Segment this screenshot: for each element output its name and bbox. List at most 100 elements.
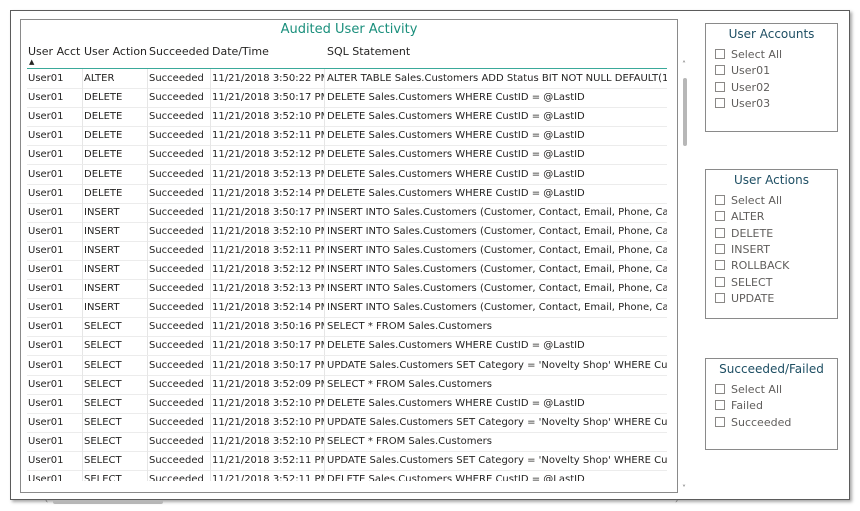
checkbox-unchecked-icon[interactable] xyxy=(715,49,725,59)
table-row[interactable]: User01 SELECT Succeeded 11/21/2018 3:52:11 … xyxy=(27,470,667,481)
column-divider xyxy=(210,164,211,184)
column-divider xyxy=(324,240,325,260)
slicer-option[interactable]: Select All xyxy=(715,47,782,63)
scroll-right-icon[interactable]: › xyxy=(675,496,678,505)
table-row[interactable]: User01 INSERT Succeeded 11/21/2018 3:52:11 … xyxy=(27,240,667,261)
column-divider xyxy=(82,221,83,241)
slicer-option[interactable]: Succeeded xyxy=(715,415,791,431)
cell-user-acct: User01 xyxy=(28,455,64,466)
cell-succeeded: Succeeded xyxy=(149,92,204,104)
checkbox-unchecked-icon[interactable] xyxy=(715,211,725,222)
table-row[interactable]: User01 DELETE Succeeded 11/21/2018 3:52:10 … xyxy=(27,107,667,128)
table-row[interactable]: User01 INSERT Succeeded 11/21/2018 3:52:12 … xyxy=(27,260,667,280)
slicer-option[interactable]: User02 xyxy=(715,80,770,96)
checkbox-unchecked-icon[interactable] xyxy=(715,227,725,238)
slicer-option[interactable]: Select All xyxy=(715,382,782,398)
table-row[interactable]: User01 ALTER Succeeded 11/21/2018 3:50:22 P… xyxy=(27,69,667,89)
table-row[interactable]: User01 INSERT Succeeded 11/21/2018 3:52:13 … xyxy=(27,279,667,300)
table-row[interactable]: User01 INSERT Succeeded 11/21/2018 3:50:17 … xyxy=(27,202,667,223)
table-row[interactable]: User01 SELECT Succeeded 11/21/2018 3:50:17 … xyxy=(27,355,667,376)
slicer-title: User Actions xyxy=(734,173,809,187)
checkbox-unchecked-icon[interactable] xyxy=(715,97,725,108)
table-row[interactable]: User01 DELETE Succeeded 11/21/2018 3:52:11 … xyxy=(27,126,667,147)
checkbox-unchecked-icon[interactable] xyxy=(715,416,725,427)
col-header-date-time[interactable]: Date/Time xyxy=(212,45,324,58)
checkbox-unchecked-icon[interactable] xyxy=(715,65,725,76)
scroll-left-icon[interactable]: ‹ xyxy=(45,496,48,505)
checkbox-unchecked-icon[interactable] xyxy=(715,243,725,254)
vertical-scrollbar[interactable]: ˄ ˅ xyxy=(682,60,689,495)
slicer-option[interactable]: User01 xyxy=(715,63,770,79)
column-divider xyxy=(324,431,325,451)
scroll-up-icon[interactable]: ˄ xyxy=(682,60,686,69)
checkbox-unchecked-icon[interactable] xyxy=(715,384,725,394)
column-divider xyxy=(147,336,148,356)
slicer-option-label: DELETE xyxy=(731,226,774,240)
cell-succeeded: Succeeded xyxy=(149,168,204,180)
column-divider xyxy=(210,451,211,470)
col-header-user-action[interactable]: User Action xyxy=(84,45,147,58)
cell-user-action: SELECT xyxy=(84,321,122,333)
cell-user-action: INSERT xyxy=(84,225,120,237)
horizontal-scrollbar[interactable]: ‹ › xyxy=(45,496,685,506)
horizontal-scroll-thumb[interactable] xyxy=(53,500,163,504)
table-row[interactable]: User01 DELETE Succeeded 11/21/2018 3:52:12 … xyxy=(27,145,667,166)
table-body[interactable]: User Acct ▲ User Action Succeeded Date/T… xyxy=(27,41,667,481)
checkbox-unchecked-icon[interactable] xyxy=(715,195,725,205)
column-divider xyxy=(147,107,148,127)
table-row[interactable]: User01 DELETE Succeeded 11/21/2018 3:50:17 … xyxy=(27,88,667,109)
col-header-succeeded[interactable]: Succeeded xyxy=(149,45,209,58)
cell-succeeded: Succeeded xyxy=(149,206,204,218)
column-divider xyxy=(82,145,83,165)
checkbox-unchecked-icon[interactable] xyxy=(715,260,725,271)
slicer-option[interactable]: UPDATE xyxy=(715,291,774,307)
slicer-option[interactable]: Select All xyxy=(715,193,782,209)
scroll-down-icon[interactable]: ˅ xyxy=(682,484,686,493)
slicer-option[interactable]: Failed xyxy=(715,398,763,414)
vertical-scroll-thumb[interactable] xyxy=(683,78,687,146)
column-divider xyxy=(210,69,211,88)
col-header-user-acct[interactable]: User Acct xyxy=(28,45,80,58)
column-divider xyxy=(324,183,325,203)
checkbox-unchecked-icon[interactable] xyxy=(715,81,725,92)
column-divider xyxy=(210,240,211,260)
column-divider xyxy=(147,355,148,375)
table-row[interactable]: User01 INSERT Succeeded 11/21/2018 3:52:10 … xyxy=(27,221,667,242)
slicer-option-label: User03 xyxy=(731,96,771,110)
slicer-option[interactable]: SELECT xyxy=(715,275,772,291)
table-row[interactable]: User01 INSERT Succeeded 11/21/2018 3:52:14 … xyxy=(27,298,667,319)
table-row[interactable]: User01 SELECT Succeeded 11/21/2018 3:52:11 … xyxy=(27,451,667,471)
table-row[interactable]: User01 SELECT Succeeded 11/21/2018 3:52:10 … xyxy=(27,431,667,452)
table-row[interactable]: User01 SELECT Succeeded 11/21/2018 3:50:17 … xyxy=(27,336,667,357)
cell-succeeded: Succeeded xyxy=(149,455,204,466)
slicer-option[interactable]: ROLLBACK xyxy=(715,258,789,274)
column-divider xyxy=(147,183,148,203)
table-row[interactable]: User01 SELECT Succeeded 11/21/2018 3:52:10 … xyxy=(27,393,667,414)
table-row[interactable]: User01 SELECT Succeeded 11/21/2018 3:52:09 … xyxy=(27,374,667,395)
audited-activity-table[interactable]: Audited User Activity User Acct ▲ User A… xyxy=(20,19,687,505)
cell-sql-statement: UPDATE Sales.Customers SET Category = 'N… xyxy=(327,455,667,466)
table-row[interactable]: User01 SELECT Succeeded 11/21/2018 3:52:10 … xyxy=(27,412,667,433)
slicer-option-label: SELECT xyxy=(731,275,773,289)
slicer-option[interactable]: User03 xyxy=(715,96,770,112)
column-divider xyxy=(82,393,83,413)
column-divider xyxy=(210,279,211,299)
table-row[interactable]: User01 DELETE Succeeded 11/21/2018 3:52:13 … xyxy=(27,164,667,185)
cell-date-time: 11/21/2018 3:52:13 PM xyxy=(212,168,324,180)
column-divider xyxy=(82,107,83,127)
sort-ascending-icon[interactable]: ▲ xyxy=(29,58,34,66)
checkbox-unchecked-icon[interactable] xyxy=(715,292,725,303)
slicer-option[interactable]: DELETE xyxy=(715,226,773,242)
column-divider xyxy=(210,260,211,279)
checkbox-unchecked-icon[interactable] xyxy=(715,276,725,287)
col-header-sql-statement[interactable]: SQL Statement xyxy=(327,45,667,58)
column-divider xyxy=(210,393,211,413)
table-row[interactable]: User01 DELETE Succeeded 11/21/2018 3:52:14 … xyxy=(27,183,667,204)
slicer-option[interactable]: INSERT xyxy=(715,242,770,258)
checkbox-unchecked-icon[interactable] xyxy=(715,400,725,411)
cell-user-action: SELECT xyxy=(84,435,122,447)
slicer-option[interactable]: ALTER xyxy=(715,209,764,225)
table-row[interactable]: User01 SELECT Succeeded 11/21/2018 3:50:16 … xyxy=(27,317,667,338)
column-divider xyxy=(324,164,325,184)
column-divider xyxy=(147,202,148,222)
